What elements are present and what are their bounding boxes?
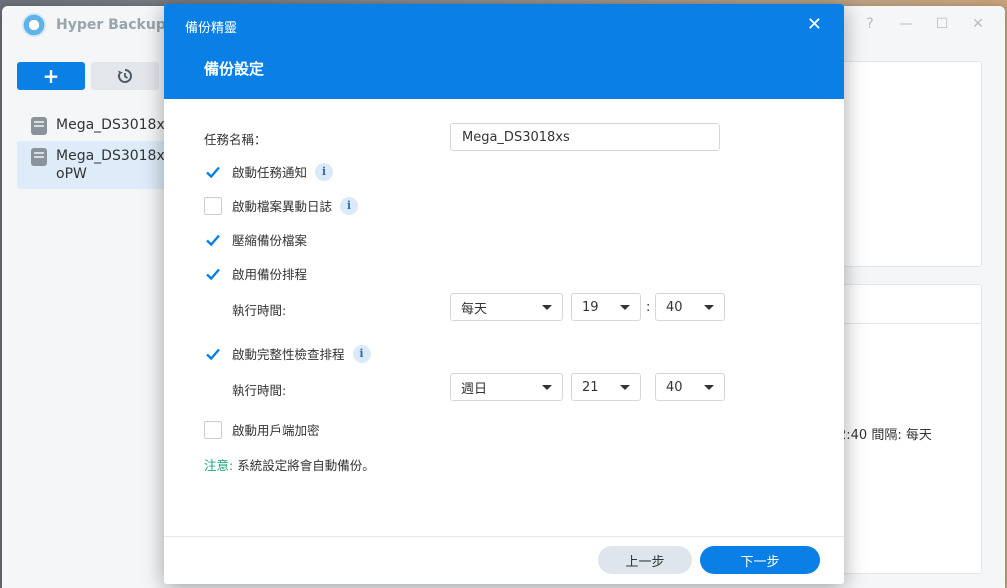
task-list-item-active[interactable]: Mega_DS3018x oPW xyxy=(17,141,177,189)
option-label: 啟動任務通知 xyxy=(232,165,308,180)
database-icon xyxy=(31,117,47,135)
select-value: 週日 xyxy=(461,381,488,397)
chevron-down-icon xyxy=(542,304,552,310)
task-list-item-label: Mega_DS3018x oPW xyxy=(56,147,165,183)
checkbox-checked[interactable] xyxy=(204,162,222,181)
select-value: 21 xyxy=(582,379,599,395)
chevron-down-icon xyxy=(704,304,714,310)
chevron-down-icon xyxy=(704,384,714,390)
task-name-label: 任務名稱： xyxy=(204,132,267,147)
schedule-frequency-select[interactable]: 每天 xyxy=(450,293,563,321)
check-icon xyxy=(206,234,220,246)
database-icon xyxy=(31,148,47,166)
option-label: 啟用備份排程 xyxy=(232,267,308,282)
backup-wizard-dialog: 備份精靈 ✕ 備份設定 任務名稱： Mega_DS3018xs 啟動任務通知 i… xyxy=(164,4,844,584)
option-client-encryption[interactable]: 啟動用戶端加密 xyxy=(204,420,320,439)
integrity-time-label: 執行時間: xyxy=(232,383,287,398)
restore-button[interactable] xyxy=(91,62,159,90)
chevron-down-icon xyxy=(620,304,630,310)
note-prefix: 注意: xyxy=(204,458,234,473)
toolbar: + xyxy=(17,62,159,90)
option-task-notification[interactable]: 啟動任務通知 i xyxy=(204,162,334,181)
help-icon[interactable]: ? xyxy=(863,16,877,32)
next-button[interactable]: 下一步 xyxy=(700,546,820,574)
integrity-frequency-select[interactable]: 週日 xyxy=(450,373,563,401)
chevron-down-icon xyxy=(542,384,552,390)
select-value: 19 xyxy=(582,299,599,315)
checkbox-checked[interactable] xyxy=(204,230,222,249)
close-window-icon[interactable]: ✕ xyxy=(971,16,985,32)
minimize-icon[interactable]: — xyxy=(899,16,913,32)
option-label: 壓縮備份檔案 xyxy=(232,233,308,248)
chevron-down-icon xyxy=(620,384,630,390)
info-icon[interactable]: i xyxy=(340,196,359,215)
time-separator: : xyxy=(646,300,651,315)
select-value: 每天 xyxy=(461,301,488,317)
info-icon[interactable]: i xyxy=(315,162,334,181)
dialog-title: 備份精靈 xyxy=(185,21,238,36)
select-value: 40 xyxy=(666,379,683,395)
check-icon xyxy=(206,268,220,280)
option-integrity-check-schedule[interactable]: 啟動完整性檢查排程 i xyxy=(204,344,371,363)
add-task-button[interactable]: + xyxy=(17,62,85,90)
note-text: 注意: 系統設定將會自動備份。 xyxy=(204,455,375,474)
checkbox-checked[interactable] xyxy=(204,264,222,283)
task-label-line1: Mega_DS3018x xyxy=(56,148,165,164)
task-list: Mega_DS3018x Mega_DS3018x oPW xyxy=(17,110,177,189)
window-controls: ? — ☐ ✕ xyxy=(863,16,985,32)
select-value: 40 xyxy=(666,299,683,315)
step-title: 備份設定 xyxy=(204,60,265,78)
option-compress-backup[interactable]: 壓縮備份檔案 xyxy=(204,230,307,249)
option-label: 啟動完整性檢查排程 xyxy=(232,347,345,362)
schedule-time-label: 執行時間: xyxy=(232,303,287,318)
schedule-minute-select[interactable]: 40 xyxy=(655,293,725,321)
close-icon[interactable]: ✕ xyxy=(807,14,822,35)
integrity-minute-select[interactable]: 40 xyxy=(655,373,725,401)
app-title: Hyper Backup xyxy=(56,17,166,33)
info-icon[interactable]: i xyxy=(352,344,371,363)
option-label: 啟動用戶端加密 xyxy=(232,423,320,438)
integrity-hour-select[interactable]: 21 xyxy=(571,373,641,401)
schedule-hour-select[interactable]: 19 xyxy=(571,293,641,321)
dialog-header: 備份精靈 ✕ 備份設定 xyxy=(164,4,844,99)
dialog-footer: 上一步 下一步 xyxy=(164,536,844,584)
info-panel xyxy=(832,61,982,267)
option-backup-schedule[interactable]: 啟用備份排程 xyxy=(204,264,307,283)
check-icon xyxy=(206,348,220,360)
checkbox-unchecked[interactable] xyxy=(204,420,222,439)
checkbox-checked[interactable] xyxy=(204,344,222,363)
checkbox-unchecked[interactable] xyxy=(204,196,222,215)
hyper-backup-logo-icon xyxy=(22,13,46,37)
task-name-input[interactable]: Mega_DS3018xs xyxy=(450,123,720,151)
option-label: 啟動檔案異動日誌 xyxy=(232,199,333,214)
schedule-status-text: 2:40 間隔: 每天 xyxy=(838,428,932,443)
task-list-item-label: Mega_DS3018x xyxy=(56,117,165,133)
history-icon xyxy=(117,69,132,83)
previous-button[interactable]: 上一步 xyxy=(598,546,692,574)
note-body: 系統設定將會自動備份。 xyxy=(233,458,375,473)
task-label-line2: oPW xyxy=(56,166,87,182)
check-icon xyxy=(206,166,220,178)
task-list-item[interactable]: Mega_DS3018x xyxy=(17,110,177,141)
maximize-icon[interactable]: ☐ xyxy=(935,16,949,32)
option-file-change-log[interactable]: 啟動檔案異動日誌 i xyxy=(204,196,359,215)
